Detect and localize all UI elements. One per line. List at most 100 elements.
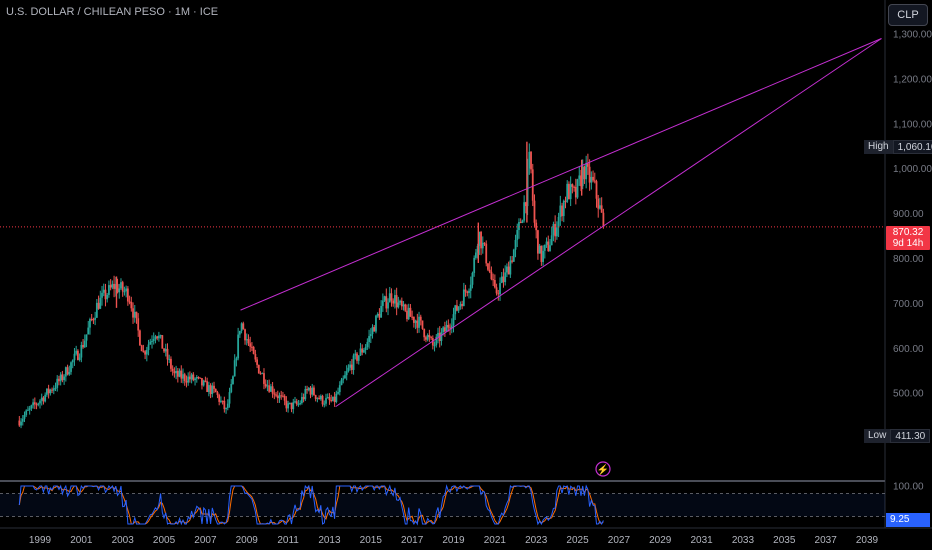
candle-body bbox=[540, 245, 543, 262]
candle-body bbox=[326, 397, 329, 399]
candle-body bbox=[531, 169, 534, 201]
candle-body bbox=[278, 395, 281, 399]
candle-body bbox=[120, 282, 122, 289]
candle-body bbox=[299, 403, 302, 405]
candle-body bbox=[44, 394, 47, 402]
candle-body bbox=[213, 385, 215, 389]
candle-body bbox=[223, 400, 226, 410]
candle-body bbox=[457, 306, 460, 311]
candle-body bbox=[40, 397, 43, 401]
time-tick-label: 2033 bbox=[732, 535, 755, 546]
candle-body bbox=[519, 222, 522, 224]
candle-body bbox=[128, 301, 131, 303]
trendline[interactable] bbox=[240, 38, 882, 311]
candle-body bbox=[462, 289, 465, 306]
candle-body bbox=[245, 339, 248, 341]
candle-body bbox=[547, 241, 550, 252]
candle-body bbox=[68, 371, 71, 375]
candle-body bbox=[388, 293, 391, 303]
candle-body bbox=[256, 359, 258, 365]
candle-body bbox=[118, 288, 121, 293]
candle-body bbox=[552, 224, 555, 236]
candle-body bbox=[555, 227, 558, 237]
candle-body bbox=[283, 395, 286, 401]
candle-body bbox=[433, 345, 436, 347]
candle-body bbox=[480, 231, 482, 249]
candle-body bbox=[83, 340, 86, 348]
price-tick-label: 1,000.00 bbox=[893, 164, 932, 175]
candle-body bbox=[90, 319, 93, 321]
candle-body bbox=[292, 402, 295, 410]
price-tick-label: 800.00 bbox=[893, 254, 924, 265]
time-tick-label: 2025 bbox=[566, 535, 589, 546]
candle-body bbox=[595, 181, 598, 199]
rsi-band bbox=[0, 493, 885, 517]
candle-body bbox=[468, 290, 470, 293]
candle-body bbox=[323, 403, 326, 405]
candle-body bbox=[166, 348, 169, 360]
candle-body bbox=[257, 364, 260, 374]
candle-body bbox=[363, 349, 365, 353]
candle-body bbox=[474, 252, 477, 258]
last-price-badge: 870.32 9d 14h bbox=[886, 226, 930, 250]
candle-body bbox=[123, 291, 126, 293]
candle-body bbox=[290, 402, 293, 410]
candle-body bbox=[37, 403, 40, 405]
candle-body bbox=[58, 378, 60, 382]
time-tick-label: 2007 bbox=[194, 535, 217, 546]
candle-body bbox=[235, 358, 238, 361]
candle-body bbox=[440, 332, 443, 341]
candle-body bbox=[356, 353, 358, 361]
candle-body bbox=[269, 386, 272, 392]
candle-body bbox=[280, 395, 283, 397]
candle-body bbox=[562, 200, 565, 217]
time-tick-label: 2019 bbox=[442, 535, 465, 546]
trendline[interactable] bbox=[335, 38, 882, 408]
candle-body bbox=[242, 323, 245, 330]
candle-body bbox=[364, 346, 367, 350]
rsi-level-label: 100.00 bbox=[893, 482, 924, 493]
candle-body bbox=[25, 410, 28, 415]
candle-body bbox=[509, 260, 512, 275]
candle-body bbox=[140, 345, 143, 352]
candle-body bbox=[145, 350, 148, 355]
candle-body bbox=[190, 374, 193, 380]
candle-body bbox=[593, 180, 596, 182]
candle-body bbox=[493, 280, 496, 288]
candle-body bbox=[251, 346, 253, 348]
high-marker: High 1,060.10 bbox=[864, 140, 932, 154]
candle-body bbox=[409, 307, 412, 317]
candle-body bbox=[371, 327, 374, 335]
candle-body bbox=[430, 337, 433, 339]
candle-body bbox=[125, 288, 128, 292]
candle-body bbox=[297, 403, 300, 405]
candle-body bbox=[228, 392, 231, 404]
candle-body bbox=[59, 374, 62, 382]
candle-body bbox=[287, 403, 289, 409]
candle-body bbox=[588, 166, 591, 183]
candle-body bbox=[282, 395, 284, 397]
time-tick-label: 2037 bbox=[815, 535, 838, 546]
candle-body bbox=[266, 385, 269, 387]
candle-body bbox=[288, 402, 291, 404]
candle-body bbox=[561, 205, 563, 217]
candle-body bbox=[276, 395, 279, 399]
candle-body bbox=[78, 357, 81, 360]
candle-body bbox=[185, 380, 188, 383]
candle-body bbox=[456, 305, 458, 311]
candle-body bbox=[300, 396, 303, 404]
candle-body bbox=[263, 373, 265, 384]
candle-body bbox=[375, 315, 377, 332]
candle-body bbox=[49, 389, 52, 394]
candle-body bbox=[252, 346, 255, 354]
currency-button[interactable]: CLP bbox=[888, 4, 928, 26]
candle-body bbox=[549, 245, 551, 252]
price-chart[interactable]: 500.00 600.00 700.00 800.00 900.00 1,000.00 1,… bbox=[0, 0, 932, 550]
candle-body bbox=[359, 348, 362, 356]
candle-body bbox=[554, 224, 557, 237]
candle-body bbox=[275, 394, 277, 396]
candle-body bbox=[206, 381, 209, 392]
candle-body bbox=[214, 388, 217, 393]
candle-body bbox=[387, 302, 389, 309]
candle-body bbox=[28, 408, 31, 410]
